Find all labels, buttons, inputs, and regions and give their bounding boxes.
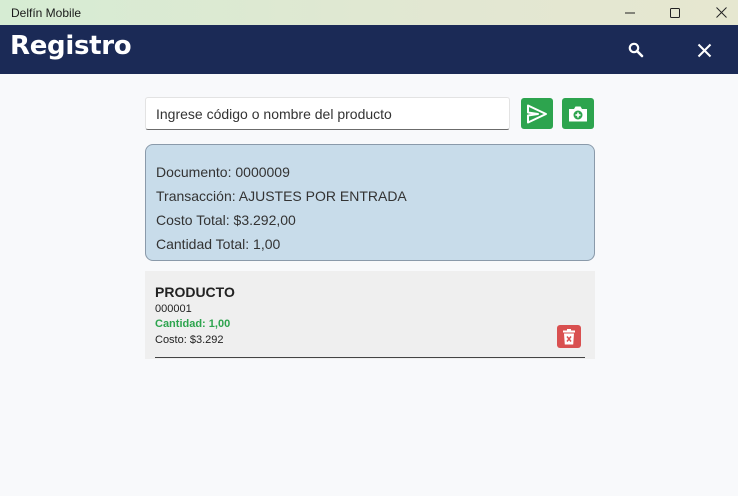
total-cost: Costo Total: $3.292,00 (156, 212, 296, 228)
close-icon (715, 7, 727, 18)
magnifier-icon (628, 42, 644, 58)
maximize-button[interactable] (652, 0, 698, 25)
close-icon (697, 43, 711, 57)
camera-scan-button[interactable] (562, 98, 594, 129)
header-search-button[interactable] (624, 38, 648, 62)
window-titlebar: Delfín Mobile (0, 0, 738, 25)
item-divider (155, 357, 585, 358)
delete-item-button[interactable] (557, 325, 581, 348)
transaction-type: Transacción: AJUSTES POR ENTRADA (156, 188, 407, 204)
minimize-icon (625, 12, 635, 13)
trash-icon (563, 328, 575, 344)
total-quantity: Cantidad Total: 1,00 (156, 236, 281, 252)
product-cost: Costo: $3.292 (155, 334, 224, 346)
send-arrow-icon (527, 104, 547, 123)
product-name: PRODUCTO (155, 284, 235, 300)
header-close-button[interactable] (692, 38, 716, 62)
minimize-button[interactable] (607, 0, 653, 25)
send-button[interactable] (521, 98, 553, 129)
product-quantity: Cantidad: 1,00 (155, 318, 231, 330)
page-title: Registro (10, 31, 132, 61)
list-item[interactable]: PRODUCTO 000001 Cantidad: 1,00 Costo: $3… (145, 271, 595, 359)
product-code: 000001 (155, 303, 192, 315)
window-title: Delfín Mobile (11, 5, 82, 20)
document-number: Documento: 0000009 (156, 164, 290, 180)
app-header: Registro (0, 25, 738, 74)
window-close-button[interactable] (698, 0, 738, 25)
maximize-icon (670, 7, 680, 18)
camera-add-icon (569, 106, 587, 121)
product-search-input[interactable] (145, 97, 510, 130)
document-summary-card: Documento: 0000009 Transacción: AJUSTES … (145, 144, 595, 261)
